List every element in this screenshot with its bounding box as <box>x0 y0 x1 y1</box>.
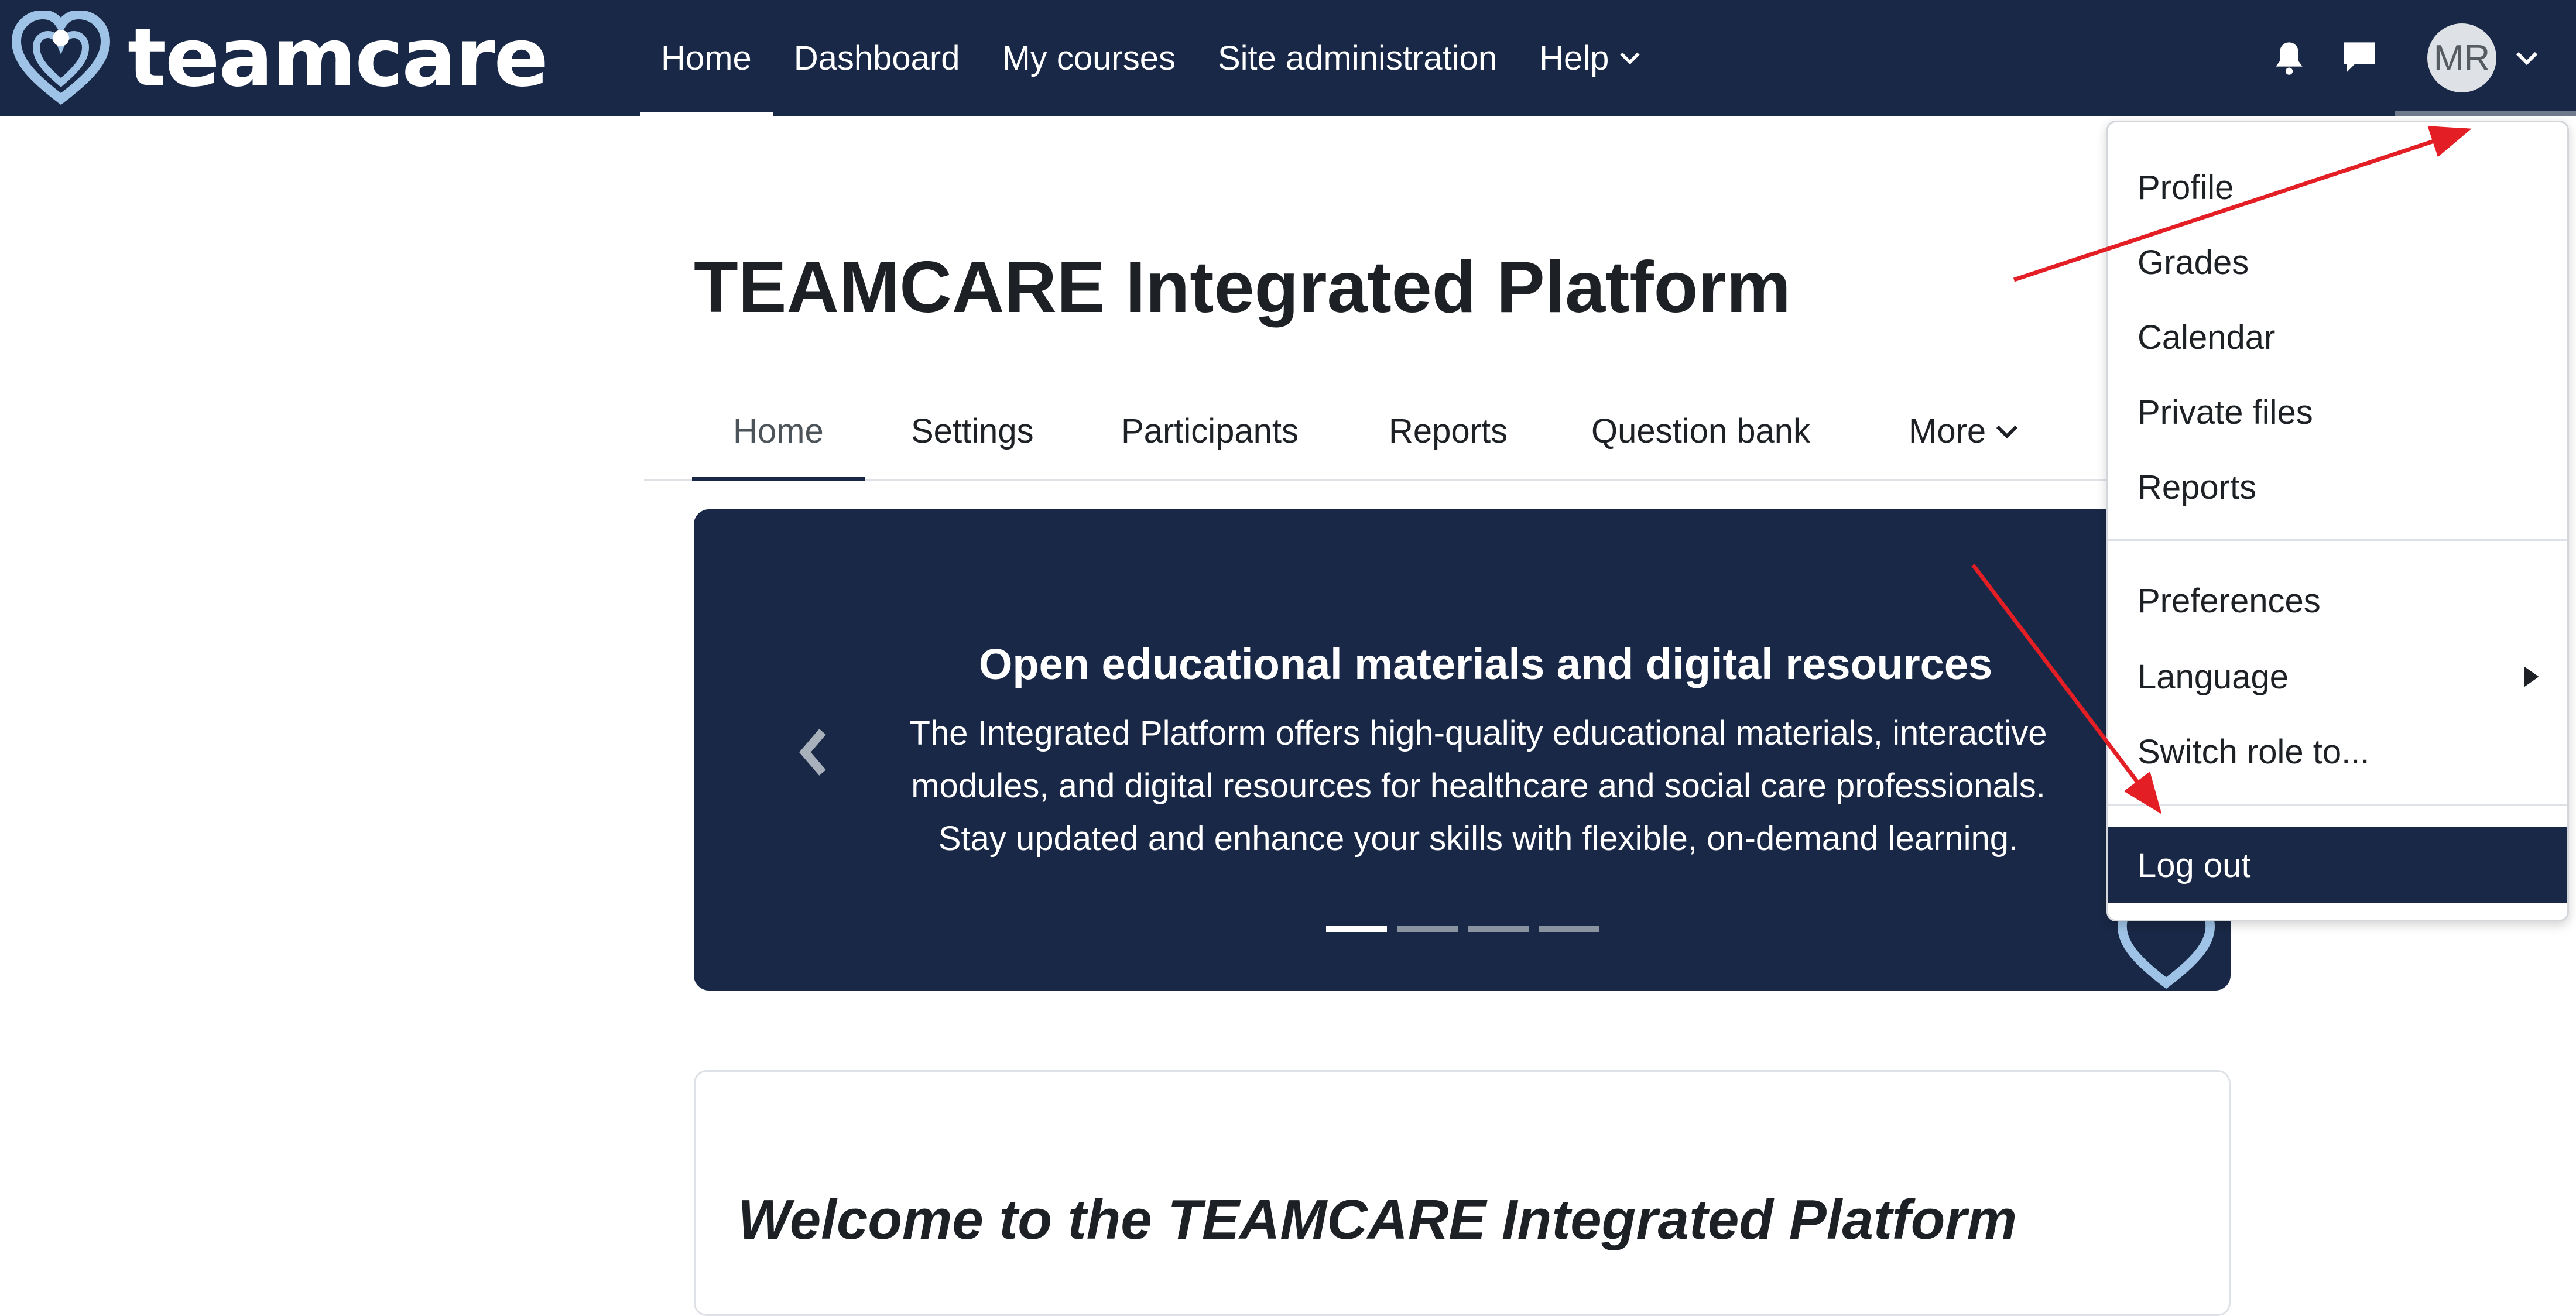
navbar-actions: MR <box>2254 0 2576 116</box>
user-menu-toggle[interactable]: MR <box>2395 0 2576 116</box>
tab-more[interactable]: More <box>1909 383 2021 479</box>
user-menu-calendar-label: Calendar <box>2137 318 2276 357</box>
chevron-down-icon <box>2516 52 2538 66</box>
user-menu-reports-label: Reports <box>2137 468 2257 506</box>
dropdown-divider <box>2108 539 2567 541</box>
nav-site-administration[interactable]: Site administration <box>1197 0 1518 116</box>
user-menu-preferences[interactable]: Preferences <box>2108 563 2567 639</box>
nav-dashboard[interactable]: Dashboard <box>773 0 981 116</box>
tab-home[interactable]: Home <box>692 383 865 481</box>
messages-button[interactable] <box>2324 0 2395 116</box>
tab-settings-label: Settings <box>911 412 1034 450</box>
caret-right-icon <box>2524 666 2539 687</box>
tab-question-bank-label: Question bank <box>1591 412 1811 450</box>
user-menu-grades[interactable]: Grades <box>2108 224 2567 300</box>
user-menu-switch-role-label: Switch role to... <box>2137 732 2370 771</box>
welcome-card: Welcome to the TEAMCARE Integrated Platf… <box>694 1070 2231 1316</box>
tab-participants[interactable]: Participants <box>1121 383 1299 479</box>
bell-icon <box>2276 42 2303 75</box>
carousel-title: Open educational materials and digital r… <box>978 640 1993 688</box>
nav-home[interactable]: Home <box>640 0 773 116</box>
nav-my-courses-label: My courses <box>1002 39 1176 77</box>
tab-settings[interactable]: Settings <box>911 383 1034 479</box>
carousel-indicator-2[interactable] <box>1397 926 1458 932</box>
heart-logo-icon <box>11 11 111 105</box>
chevron-left-icon <box>799 729 826 776</box>
nav-site-administration-label: Site administration <box>1217 39 1498 77</box>
user-menu-grades-label: Grades <box>2137 243 2249 282</box>
notifications-button[interactable] <box>2254 0 2324 116</box>
carousel-indicator-1[interactable] <box>1326 926 1387 932</box>
tab-reports[interactable]: Reports <box>1389 383 1508 479</box>
welcome-prefix: Welcome to the <box>738 1188 1168 1251</box>
nav-home-label: Home <box>661 39 752 77</box>
chevron-down-icon <box>1620 52 1640 65</box>
brand-logo[interactable]: teamcare <box>11 8 549 108</box>
user-menu-language[interactable]: Language <box>2108 639 2567 715</box>
user-menu-switch-role[interactable]: Switch role to... <box>2108 714 2567 790</box>
user-menu-profile[interactable]: Profile <box>2108 149 2567 225</box>
carousel-text: The Integrated Platform offers high-qual… <box>909 714 2047 858</box>
user-menu-reports[interactable]: Reports <box>2108 449 2567 525</box>
user-menu-profile-label: Profile <box>2137 168 2234 207</box>
carousel-indicator-3[interactable] <box>1468 926 1529 932</box>
user-menu-dropdown: Profile Grades Calendar Private files Re… <box>2106 121 2569 921</box>
carousel-indicator-4[interactable] <box>1539 926 1599 932</box>
avatar: MR <box>2427 23 2496 92</box>
brand-name: teamcare <box>128 11 549 105</box>
user-menu-language-label: Language <box>2137 657 2289 696</box>
welcome-heading: Welcome to the TEAMCARE Integrated Platf… <box>738 1188 2017 1252</box>
user-menu-log-out-label: Log out <box>2137 846 2251 885</box>
user-menu-calendar[interactable]: Calendar <box>2108 299 2567 375</box>
dropdown-divider <box>2108 804 2567 806</box>
nav-help-label: Help <box>1539 39 1609 77</box>
tab-home-label: Home <box>733 412 824 450</box>
chevron-down-icon <box>1996 425 2018 438</box>
primary-navigation: Home Dashboard My courses Site administr… <box>640 0 1664 116</box>
carousel-indicators <box>1326 926 1609 932</box>
page-title: TEAMCARE Integrated Platform <box>694 247 1791 328</box>
nav-dashboard-label: Dashboard <box>793 39 960 77</box>
carousel: Open educational materials and digital r… <box>694 509 2231 991</box>
chat-bubble-icon <box>2344 42 2375 72</box>
user-menu-private-files[interactable]: Private files <box>2108 374 2567 450</box>
avatar-initials: MR <box>2433 37 2491 78</box>
nav-help[interactable]: Help <box>1518 0 1664 116</box>
user-menu-private-files-label: Private files <box>2137 393 2313 431</box>
top-navbar: teamcare Home Dashboard My courses Site … <box>0 0 2576 116</box>
user-menu-preferences-label: Preferences <box>2137 581 2321 620</box>
secondary-navigation: Home Settings Participants Reports Quest… <box>644 383 2108 481</box>
user-menu-log-out[interactable]: Log out <box>2108 827 2567 903</box>
nav-my-courses[interactable]: My courses <box>981 0 1197 116</box>
tab-participants-label: Participants <box>1121 412 1299 450</box>
tab-reports-label: Reports <box>1389 412 1508 450</box>
welcome-emphasis: TEAMCARE Integrated Platform <box>1167 1188 2017 1251</box>
carousel-prev-button[interactable] <box>787 720 840 784</box>
tab-more-label: More <box>1909 412 1986 450</box>
tab-question-bank[interactable]: Question bank <box>1591 383 1810 479</box>
